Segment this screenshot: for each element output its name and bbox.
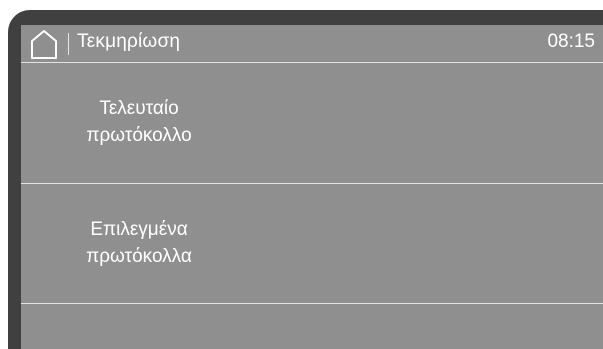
clock: 08:15	[547, 31, 595, 52]
menu-item-label: Επιλεγμένα πρωτόκολλα	[21, 216, 257, 270]
device-bezel: Τεκμηρίωση 08:15 Τελευταίο πρωτόκολλο Επ…	[8, 10, 603, 349]
home-icon	[31, 30, 57, 59]
menu-item-label-line1: Τελευταίο	[99, 98, 179, 119]
header-bar: Τεκμηρίωση 08:15	[21, 25, 603, 62]
home-button[interactable]	[27, 28, 61, 60]
menu-divider	[21, 303, 603, 304]
menu-item-last-protocol[interactable]: Τελευταίο πρωτόκολλο	[21, 63, 603, 183]
menu-item-label-line1: Επιλεγμένα	[90, 219, 188, 240]
page-title: Τεκμηρίωση	[77, 31, 181, 52]
menu-item-label: Τελευταίο πρωτόκολλο	[21, 95, 257, 149]
menu-item-label-line2: πρωτόκολλο	[86, 125, 192, 146]
menu-item-label-line2: πρωτόκολλα	[86, 246, 192, 267]
display-screen: Τεκμηρίωση 08:15 Τελευταίο πρωτόκολλο Επ…	[21, 25, 603, 349]
menu-item-selected-protocols[interactable]: Επιλεγμένα πρωτόκολλα	[21, 184, 603, 303]
header-divider	[68, 33, 69, 55]
